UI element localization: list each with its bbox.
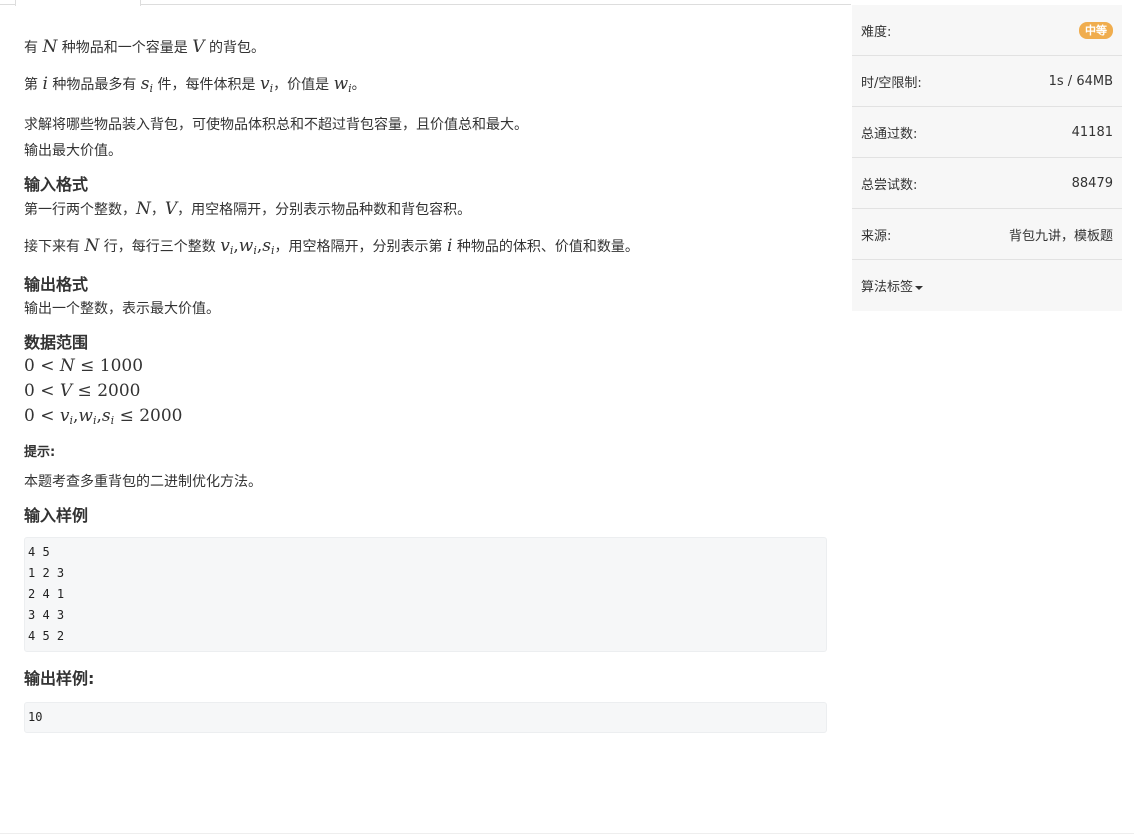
math-w: w: [238, 236, 254, 256]
limit-value: 1s / 64MB: [1048, 73, 1113, 89]
text: 种物品最多有: [47, 77, 141, 93]
text: ，价值是: [273, 77, 334, 93]
math-s: s: [101, 406, 111, 426]
text: ，用空格隔开，分别表示第: [274, 239, 447, 255]
code-line: 1 2 3: [28, 566, 65, 580]
text: 种物品的体积、价值和数量。: [452, 239, 639, 255]
passed-row: 总通过数: 41181: [852, 107, 1122, 158]
algorithm-tags-row: 算法标签: [852, 260, 1122, 311]
hint-text: 本题考查多重背包的二进制优化方法。: [24, 474, 262, 490]
attempts-label: 总尝试数:: [861, 177, 918, 193]
difficulty-row: 难度: 中等: [852, 5, 1122, 56]
math-text: ≤ 2000: [72, 381, 141, 401]
math-n: N: [84, 236, 100, 256]
data-range: 0 < N ≤ 1000 0 < V ≤ 2000 0 < vi,wi,si ≤…: [24, 354, 829, 433]
problem-line-4: 输出最大价值。: [24, 143, 122, 159]
difficulty-label: 难度:: [861, 24, 892, 40]
text: 有: [24, 40, 43, 56]
problem-line-1: 有 N 种物品和一个容量是 V 的背包。: [24, 34, 829, 61]
algorithm-tags-toggle[interactable]: 算法标签: [861, 276, 924, 295]
math-n: N: [42, 37, 58, 57]
math-v: V: [192, 37, 205, 57]
text: 第一行两个整数，: [24, 202, 136, 218]
text: 第: [24, 77, 43, 93]
algorithm-tags-label: 算法标签: [861, 280, 914, 295]
text: 。: [351, 77, 366, 93]
problem-line-2: 第 i 种物品最多有 si 件，每件体积是 vi，价值是 wi。: [24, 71, 829, 102]
sample-input-heading: 输入样例: [24, 506, 89, 525]
math-text: 0 <: [24, 406, 60, 426]
source-row: 来源: 背包九讲，模板题: [852, 209, 1122, 260]
math-v: v: [220, 236, 230, 256]
limit-row: 时/空限制: 1s / 64MB: [852, 56, 1122, 107]
problem-content: 有 N 种物品和一个容量是 V 的背包。 第 i 种物品最多有 si 件，每件体…: [24, 30, 829, 733]
divider: [0, 833, 1134, 834]
passed-label: 总通过数:: [861, 126, 918, 142]
source-value: 背包九讲，模板题: [1008, 228, 1113, 244]
attempts-value: 88479: [1071, 175, 1113, 191]
data-range-heading: 数据范围: [24, 333, 89, 352]
math-text: 0 <: [24, 356, 60, 376]
math-w: w: [78, 406, 93, 426]
code-line: 10: [28, 710, 43, 724]
math-v: V: [164, 199, 178, 219]
range-line-1: 0 < N ≤ 1000: [24, 354, 829, 379]
hint-heading: 提示:: [24, 445, 56, 460]
text: ，: [150, 202, 165, 218]
limit-label: 时/空限制:: [861, 75, 922, 91]
caret-down-icon: [915, 285, 924, 290]
problem-info-sidebar: 难度: 中等 时/空限制: 1s / 64MB 总通过数: 41181 总尝试数…: [852, 5, 1122, 311]
math-text: 0 <: [24, 381, 60, 401]
code-line: 4 5 2: [28, 629, 65, 643]
tab-bar: [0, 0, 851, 6]
math-n: N: [136, 199, 151, 219]
attempts-row: 总尝试数: 88479: [852, 158, 1122, 209]
text: 的背包。: [204, 40, 265, 56]
sample-output-block[interactable]: 10: [24, 702, 827, 733]
text: 接下来有: [24, 239, 85, 255]
text: 种物品和一个容量是: [57, 40, 193, 56]
input-format-line-1: 第一行两个整数，N，V，用空格隔开，分别表示物品种数和背包容积。: [24, 196, 829, 223]
text: 行，每行三个整数: [99, 239, 221, 255]
math-text: ≤ 1000: [74, 356, 144, 376]
input-format-heading: 输入格式: [24, 175, 89, 194]
problem-line-3: 求解将哪些物品装入背包，可使物品体积总和不超过背包容量，且价值总和最大。: [24, 117, 528, 133]
text: 件，每件体积是: [153, 77, 260, 93]
math-n: N: [59, 356, 75, 376]
sample-input-block[interactable]: 4 5 1 2 3 2 4 1 3 4 3 4 5 2: [24, 537, 827, 652]
source-label: 来源:: [861, 228, 892, 244]
difficulty-badge: 中等: [1079, 21, 1113, 39]
output-format-heading: 输出格式: [24, 275, 89, 294]
range-line-3: 0 < vi,wi,si ≤ 2000: [24, 404, 829, 433]
input-format-line-2: 接下来有 N 行，每行三个整数 vi,wi,si，用空格隔开，分别表示第 i 种…: [24, 233, 829, 264]
text: ，用空格隔开，分别表示物品种数和背包容积。: [177, 202, 472, 218]
sample-output-heading: 输出样例:: [24, 669, 95, 688]
math-s: s: [140, 74, 150, 94]
math-w: w: [333, 74, 349, 94]
code-line: 3 4 3: [28, 608, 65, 622]
passed-value: 41181: [1071, 124, 1113, 140]
range-line-2: 0 < V ≤ 2000: [24, 379, 829, 404]
code-line: 4 5: [28, 545, 50, 559]
math-v: V: [59, 381, 73, 401]
math-s: s: [262, 236, 272, 256]
math-text: ≤ 2000: [114, 406, 183, 426]
code-line: 2 4 1: [28, 587, 65, 601]
output-format-line: 输出一个整数，表示最大价值。: [24, 301, 220, 317]
math-v: v: [259, 74, 270, 94]
tab-active[interactable]: [15, 0, 141, 6]
